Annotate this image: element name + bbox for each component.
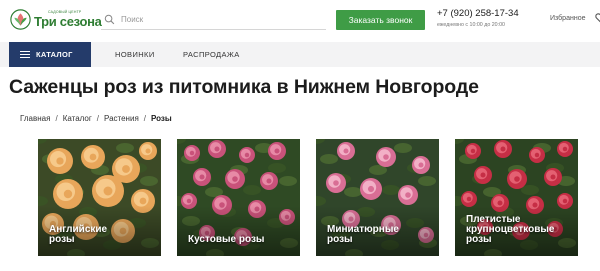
category-card-label: Плетистые крупноцветковые розы <box>466 214 555 245</box>
rose-bloom <box>507 169 527 189</box>
main-nav: КАТАЛОГ НОВИНКИ РАСПРОДАЖА <box>0 42 600 67</box>
breadcrumb: Главная / Каталог / Растения / Розы <box>20 114 172 123</box>
rose-bloom <box>474 166 492 184</box>
leaf-logo-icon <box>10 9 31 30</box>
nav-item-new[interactable]: НОВИНКИ <box>115 50 155 59</box>
category-card-label: Кустовые розы <box>188 234 265 245</box>
catalog-button[interactable]: КАТАЛОГ <box>9 42 91 67</box>
breadcrumb-separator: / <box>96 114 100 123</box>
breadcrumb-item-current: Розы <box>151 114 172 123</box>
breadcrumb-separator: / <box>143 114 147 123</box>
rose-bloom <box>81 145 105 169</box>
rose-bloom <box>139 142 157 160</box>
category-card-english-roses[interactable]: Английские розы <box>38 139 161 256</box>
rose-bloom <box>412 156 430 174</box>
heart-icon[interactable] <box>595 12 600 24</box>
breadcrumb-item-catalog[interactable]: Каталог <box>63 114 92 123</box>
nav-item-sale[interactable]: РАСПРОДАЖА <box>183 50 240 59</box>
contacts: +7 (920) 258-17-34 ежедневно с 10:00 до … <box>437 9 519 28</box>
rose-bloom <box>360 178 382 200</box>
working-hours: ежедневно с 10:00 до 20:00 <box>437 21 505 28</box>
rose-bloom <box>494 140 512 158</box>
rose-bloom <box>557 141 573 157</box>
rose-bloom <box>239 147 255 163</box>
search-icon[interactable] <box>104 14 115 25</box>
rose-bloom <box>376 147 396 167</box>
breadcrumb-item-plants[interactable]: Растения <box>104 114 139 123</box>
rose-bloom <box>92 175 124 207</box>
rose-bloom <box>544 168 562 186</box>
category-card-label: Миниатюрные розы <box>327 224 399 245</box>
rose-bloom <box>465 143 481 159</box>
logo-text: САДОВЫЙ ЦЕНТР Три сезона <box>34 11 102 28</box>
rose-bloom <box>53 179 83 209</box>
menu-icon <box>20 51 30 59</box>
request-call-button[interactable]: Заказать звонок <box>336 10 425 30</box>
favorites-label: Избранное <box>550 15 586 22</box>
logo-name: Три сезона <box>34 13 102 29</box>
category-card-shrub-roses[interactable]: Кустовые розы <box>177 139 300 256</box>
search-input[interactable] <box>121 12 321 27</box>
site-logo[interactable]: САДОВЫЙ ЦЕНТР Три сезона <box>10 9 102 30</box>
category-card-miniature-roses[interactable]: Миниатюрные розы <box>316 139 439 256</box>
breadcrumb-item-home[interactable]: Главная <box>20 114 50 123</box>
search-bar <box>101 10 326 30</box>
rose-bloom <box>47 148 73 174</box>
breadcrumb-separator: / <box>55 114 58 123</box>
rose-bloom <box>398 185 418 205</box>
rose-bloom <box>337 142 355 160</box>
category-card-label: Английские розы <box>49 224 108 245</box>
rose-bloom <box>529 147 545 163</box>
rose-bloom <box>268 142 286 160</box>
rose-bloom <box>260 172 278 190</box>
rose-bloom <box>184 145 200 161</box>
phone-link[interactable]: +7 (920) 258-17-34 <box>437 9 519 19</box>
rose-bloom <box>225 169 245 189</box>
rose-bloom <box>208 140 226 158</box>
catalog-label: КАТАЛОГ <box>36 50 73 59</box>
rose-bloom <box>326 173 346 193</box>
rose-bloom <box>461 191 477 207</box>
rose-bloom <box>193 168 211 186</box>
category-card-climbing-roses[interactable]: Плетистые крупноцветковые розы <box>455 139 578 256</box>
page-title: Саженцы роз из питомника в Нижнем Новгор… <box>9 76 479 98</box>
favorites-link[interactable]: Избранное <box>550 15 585 22</box>
site-header: САДОВЫЙ ЦЕНТР Три сезона Заказать звонок… <box>0 0 600 40</box>
